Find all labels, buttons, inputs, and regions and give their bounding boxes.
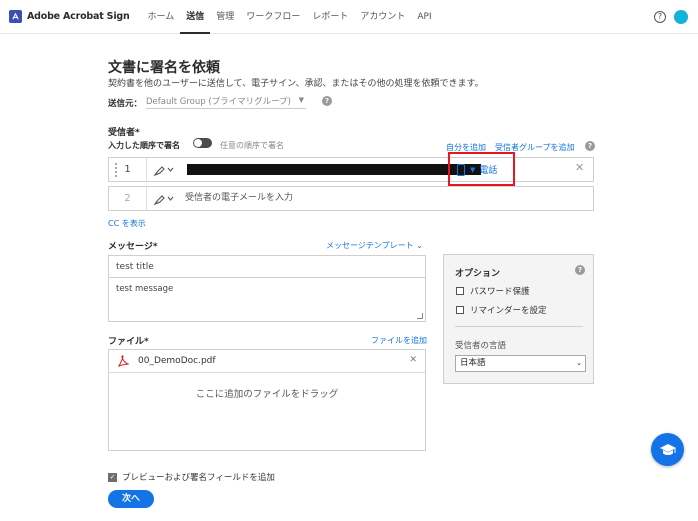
sender-label: 送信元： (108, 99, 143, 109)
reminder-label: リマインダーを設定 (470, 306, 547, 316)
auth-method-label: 電話 (479, 166, 498, 176)
language-value: 日本語 (460, 358, 486, 368)
learning-help-button[interactable] (651, 433, 684, 466)
recipient-email-redacted[interactable] (187, 164, 481, 175)
divider (455, 326, 583, 327)
password-protect-option[interactable]: パスワード保護 (456, 285, 530, 297)
brand[interactable]: Adobe Acrobat Sign (9, 10, 130, 23)
chevron-down-icon: ⌄ (576, 359, 582, 367)
top-bar: Adobe Acrobat Sign ホーム 送信 管理 ワークフロー レポート… (0, 0, 698, 34)
nav-account[interactable]: アカウント (354, 0, 411, 34)
recipient-row: 2 受信者の電子メールを入力 (108, 186, 594, 211)
sender-value: Default Group (プライマリグループ) (146, 97, 291, 107)
sender-select[interactable]: Default Group (プライマリグループ) ▼ (146, 95, 306, 109)
signer-role-icon[interactable] (153, 163, 175, 177)
recipient-number: 1 (109, 158, 147, 181)
options-panel: オプション ? パスワード保護 リマインダーを設定 受信者の言語 日本語 ⌄ (443, 254, 594, 384)
recipient-row: 1 ✕ (108, 157, 594, 182)
file-name: 00_DemoDoc.pdf (138, 356, 216, 366)
preview-label: プレビューおよび署名フィールドを追加 (122, 473, 275, 483)
message-template-link[interactable]: メッセージテンプレート ⌄ (326, 240, 423, 251)
drop-zone-text: ここに追加のファイルをドラッグ (195, 389, 339, 400)
sender-help-icon[interactable]: ? (322, 96, 332, 106)
options-help-icon[interactable]: ? (575, 265, 585, 275)
message-label: メッセージ* (108, 242, 158, 252)
signer-role-icon[interactable] (153, 192, 175, 206)
sign-in-order-label: 入力した順序で署名 (108, 141, 180, 150)
message-template-label: メッセージテンプレート (326, 241, 414, 250)
toggle-knob (194, 139, 202, 147)
nav-workflow[interactable]: ワークフロー (240, 0, 306, 34)
phone-icon (457, 163, 465, 176)
language-select[interactable]: 日本語 ⌄ (455, 355, 586, 372)
page-title: 文書に署名を依頼 (108, 60, 220, 76)
language-label: 受信者の言語 (455, 341, 507, 351)
file-label: ファイル* (108, 337, 149, 347)
remove-recipient-icon[interactable]: ✕ (575, 161, 584, 174)
signing-order-toggle[interactable] (193, 138, 212, 148)
next-button[interactable]: 次へ (108, 490, 154, 508)
any-order-label: 任意の順序で署名 (220, 141, 284, 150)
file-drop-area[interactable]: 00_DemoDoc.pdf ✕ ここに追加のファイルをドラッグ (108, 349, 426, 451)
checkbox-checked-icon[interactable]: ✓ (108, 472, 117, 482)
recipient-number: 2 (109, 187, 147, 210)
auth-method-selector[interactable]: ▼ 電話 (457, 163, 497, 176)
message-body-text: test message (116, 284, 174, 294)
nav-home[interactable]: ホーム (142, 0, 181, 34)
graduation-cap-icon (659, 443, 676, 455)
help-icon[interactable]: ? (654, 11, 666, 23)
acrobat-logo-icon (9, 10, 22, 23)
app-name: Adobe Acrobat Sign (27, 11, 130, 22)
file-item[interactable]: 00_DemoDoc.pdf ✕ (109, 350, 425, 373)
message-title-input[interactable]: test title (108, 255, 426, 278)
nav-reports[interactable]: レポート (306, 0, 354, 34)
checkbox-icon[interactable] (456, 287, 464, 295)
nav-api[interactable]: API (411, 0, 437, 34)
main-nav: ホーム 送信 管理 ワークフロー レポート アカウント API (142, 0, 438, 34)
show-cc-link[interactable]: CC を表示 (108, 218, 146, 229)
resize-handle-icon[interactable] (417, 313, 423, 319)
chevron-down-icon: ▼ (470, 165, 476, 174)
options-title: オプション (455, 269, 501, 279)
password-label: パスワード保護 (470, 287, 530, 297)
reminder-option[interactable]: リマインダーを設定 (456, 304, 547, 316)
add-file-link[interactable]: ファイルを追加 (371, 335, 427, 346)
checkbox-icon[interactable] (456, 306, 464, 314)
remove-file-icon[interactable]: ✕ (409, 355, 417, 365)
chevron-down-icon: ▼ (298, 96, 304, 104)
user-avatar[interactable] (674, 10, 688, 24)
message-body-input[interactable]: test message (108, 277, 426, 322)
nav-manage[interactable]: 管理 (210, 0, 240, 34)
preview-option[interactable]: ✓ プレビューおよび署名フィールドを追加 (108, 471, 275, 483)
recipients-label: 受信者* (108, 128, 140, 138)
pdf-icon (117, 355, 129, 367)
nav-send[interactable]: 送信 (180, 0, 211, 34)
recipients-help-icon[interactable]: ? (585, 141, 595, 151)
page-subtitle: 契約書を他のユーザーに送信して、電子サイン、承認、またはその他の処理を依頼できま… (108, 79, 484, 89)
recipient-email-input[interactable]: 受信者の電子メールを入力 (185, 187, 293, 210)
